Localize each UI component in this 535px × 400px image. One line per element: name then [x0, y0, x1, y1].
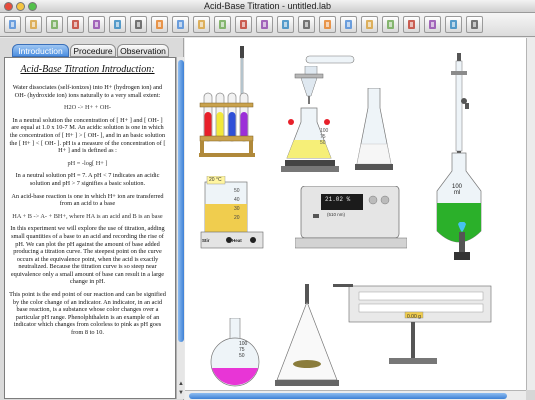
tab-label: Procedure: [73, 46, 113, 56]
hot-plate-stir-label: Stir: [202, 238, 210, 243]
minimize-window-button[interactable]: [16, 2, 25, 11]
test-tube-rack[interactable]: [199, 90, 255, 160]
beam-balance[interactable]: [329, 278, 499, 368]
title-bar: Acid-Base Titration - untitled.lab: [0, 0, 535, 13]
ph-paper-icon[interactable]: [340, 16, 357, 33]
tab-label: Introduction: [18, 46, 63, 56]
window-title: Acid-Base Titration - untitled.lab: [203, 1, 332, 11]
scroll-thumb[interactable]: [178, 60, 184, 342]
trash-icon[interactable]: [445, 16, 462, 33]
tab-procedure[interactable]: Procedure: [70, 44, 116, 57]
workspace-horizontal-scrollbar[interactable]: [185, 390, 526, 400]
equation: H2O -> H+ + OH-: [63, 104, 112, 112]
tongs-icon[interactable]: [277, 16, 294, 33]
toolbar: [0, 13, 535, 37]
spectro-wavelength: (510 nm): [327, 212, 346, 217]
hand-pointer-icon[interactable]: [67, 16, 84, 33]
scale-icon[interactable]: [214, 16, 231, 33]
paragraph: In a neutral solution the concentration …: [9, 116, 166, 155]
volume-mark: 30: [234, 206, 240, 212]
hot-plate-heat-label: Heat: [232, 238, 242, 243]
workspace-vertical-scrollbar[interactable]: [526, 38, 535, 390]
volume-mark: 40: [234, 197, 240, 203]
flask-volume-label: 100 75 50: [320, 128, 328, 146]
new-file-icon[interactable]: [4, 16, 21, 33]
test-tube-icon[interactable]: [172, 16, 189, 33]
erlenmeyer-flask[interactable]: [353, 88, 395, 172]
volume-mark: 50: [234, 188, 240, 194]
tab-introduction[interactable]: Introduction: [12, 44, 69, 57]
cylinder-icon[interactable]: [361, 16, 378, 33]
stand-icon[interactable]: [403, 16, 420, 33]
funnel-icon[interactable]: [298, 16, 315, 33]
lab-workspace[interactable]: 100 75 50 100 ml 20 °C Stir Heat 50 40 3…: [185, 38, 526, 390]
document-viewer[interactable]: Acid-Base Titration Introduction: Water …: [4, 57, 176, 399]
close-window-button[interactable]: [4, 2, 13, 11]
flask-icon[interactable]: [109, 16, 126, 33]
document-title: Acid-Base Titration Introduction:: [20, 64, 155, 75]
green-flask-label: 100 ml: [452, 184, 462, 196]
round-bottom-flask[interactable]: [203, 318, 267, 388]
hot-plate-temp: 20 °C: [209, 177, 222, 183]
scroll-up-arrow-icon[interactable]: ▲: [177, 381, 185, 389]
test-tube-lying[interactable]: [305, 55, 357, 65]
balance-reading: 0.00 g: [407, 314, 421, 320]
thermometer-icon[interactable]: [193, 16, 210, 33]
burner-icon[interactable]: [256, 16, 273, 33]
paragraph: Water dissociates (self-ionizes) into H+…: [12, 84, 163, 99]
bunsen-burner[interactable]: [448, 222, 476, 262]
paper-icon[interactable]: [130, 16, 147, 33]
resize-corner[interactable]: [526, 390, 535, 400]
paragraph: An acid-base reaction is one in which H+…: [11, 192, 164, 208]
spectro-display: 21.02 %: [325, 196, 351, 203]
save-icon[interactable]: [46, 16, 63, 33]
open-folder-icon[interactable]: [25, 16, 42, 33]
side-panel: Introduction Procedure Observation Acid-…: [0, 38, 184, 400]
document-scrollbar[interactable]: ▲ ▼: [176, 57, 184, 399]
burette-icon[interactable]: [382, 16, 399, 33]
paragraph: This point is the end point of our react…: [9, 291, 166, 337]
scroll-down-arrow-icon[interactable]: ▼: [177, 390, 185, 398]
round-flask-labels: 100 75 50: [239, 341, 247, 359]
balance-icon[interactable]: [424, 16, 441, 33]
volume-mark: 20: [234, 215, 240, 221]
grid-icon[interactable]: [466, 16, 483, 33]
hot-plate-markings: 50 40 30 20: [234, 187, 240, 223]
beaker-rack-icon[interactable]: [88, 16, 105, 33]
dropping-funnel-setup[interactable]: [281, 66, 339, 174]
dropper-icon[interactable]: [151, 16, 168, 33]
spectrophotometer[interactable]: [295, 186, 407, 250]
equation: HA + B -> A- + BH+, where HA is an acid …: [12, 212, 163, 220]
stir-plate-icon[interactable]: [319, 16, 336, 33]
volume-mark: 50: [320, 140, 326, 146]
paragraph: In a neutral solution pH = 7. A pH < 7 i…: [15, 172, 160, 187]
zoom-window-button[interactable]: [28, 2, 37, 11]
tab-label: Observation: [120, 46, 166, 56]
paragraph: In this experiment we will explore the u…: [10, 225, 165, 286]
document-text: Acid-Base Titration Introduction: Water …: [8, 64, 167, 342]
meter-icon[interactable]: [235, 16, 252, 33]
equation: pH = -log[ H+ ]: [67, 159, 108, 167]
tab-observation[interactable]: Observation: [117, 44, 169, 57]
volume-unit: ml: [453, 190, 461, 196]
volume-mark: 50: [239, 353, 245, 359]
horizontal-scroll-thumb[interactable]: [189, 393, 507, 399]
